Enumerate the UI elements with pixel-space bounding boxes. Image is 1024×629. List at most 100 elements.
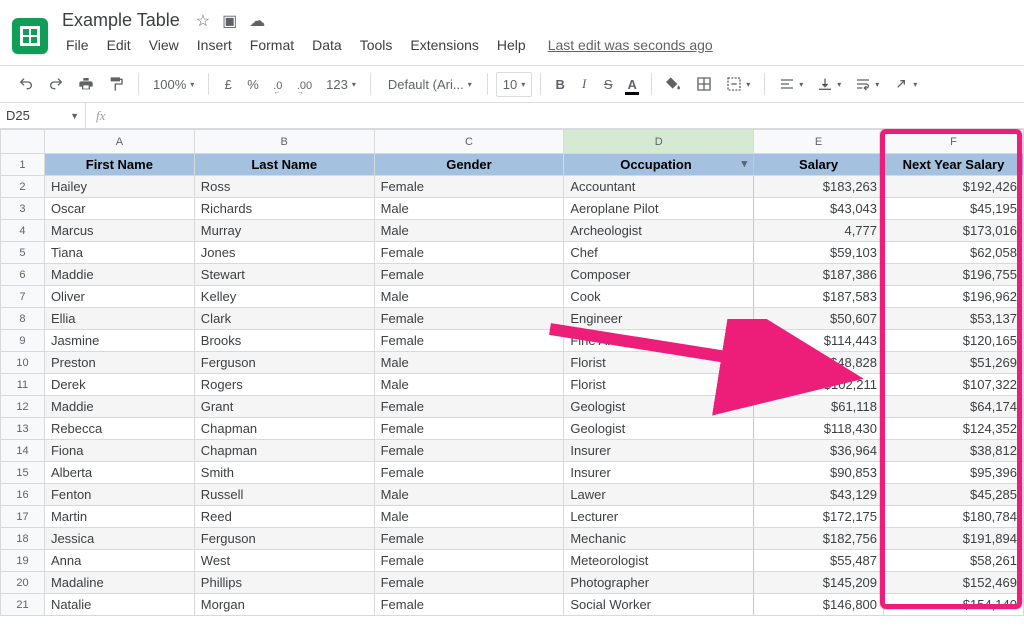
cell[interactable]: Reed (194, 506, 374, 528)
cell[interactable]: Mechanic (564, 528, 754, 550)
cell[interactable]: $43,043 (754, 198, 884, 220)
cell[interactable]: Fine Artist (564, 330, 754, 352)
cell[interactable]: Female (374, 462, 564, 484)
cell[interactable]: $43,129 (754, 484, 884, 506)
cell[interactable]: $182,756 (754, 528, 884, 550)
cell[interactable]: Insurer (564, 462, 754, 484)
cell[interactable]: $114,443 (754, 330, 884, 352)
fill-color-button[interactable] (660, 72, 688, 96)
cell[interactable]: Cook (564, 286, 754, 308)
sheets-logo-icon[interactable] (12, 18, 48, 54)
borders-button[interactable] (690, 72, 718, 96)
cell[interactable]: $53,137 (884, 308, 1024, 330)
row-header[interactable]: 18 (1, 528, 45, 550)
row-header[interactable]: 19 (1, 550, 45, 572)
cell[interactable]: Female (374, 572, 564, 594)
row-header[interactable]: 15 (1, 462, 45, 484)
cell[interactable]: Florist (564, 352, 754, 374)
spreadsheet-grid[interactable]: A B C D E F 1First NameLast NameGenderOc… (0, 129, 1024, 620)
cell[interactable]: Male (374, 374, 564, 396)
formula-input[interactable] (115, 103, 1024, 128)
name-box[interactable]: D25 ▼ (0, 103, 86, 128)
cell[interactable]: Rogers (194, 374, 374, 396)
cell[interactable]: $55,487 (754, 550, 884, 572)
redo-button[interactable] (42, 72, 70, 96)
cell[interactable]: $61,118 (754, 396, 884, 418)
cell[interactable]: Clark (194, 308, 374, 330)
cell[interactable]: Composer (564, 264, 754, 286)
zoom-select[interactable]: 100% (147, 73, 200, 96)
row-header[interactable]: 12 (1, 396, 45, 418)
cell[interactable]: Female (374, 308, 564, 330)
cell[interactable]: $38,812 (884, 440, 1024, 462)
cell[interactable]: $95,396 (884, 462, 1024, 484)
cell[interactable]: $180,784 (884, 506, 1024, 528)
menu-insert[interactable]: Insert (189, 33, 240, 57)
header-cell[interactable]: Occupation▾ (564, 154, 754, 176)
filter-icon[interactable]: ▾ (742, 157, 748, 170)
header-cell[interactable]: Gender (374, 154, 564, 176)
cell[interactable]: $152,469 (884, 572, 1024, 594)
cell[interactable]: Ferguson (194, 528, 374, 550)
cell[interactable]: Engineer (564, 308, 754, 330)
cell[interactable]: $107,322 (884, 374, 1024, 396)
cell[interactable]: $118,430 (754, 418, 884, 440)
text-rotation-button[interactable] (887, 72, 923, 96)
menu-edit[interactable]: Edit (99, 33, 139, 57)
row-header[interactable]: 6 (1, 264, 45, 286)
cell[interactable]: Archeologist (564, 220, 754, 242)
strikethrough-button[interactable]: S (597, 73, 619, 96)
cell[interactable]: Female (374, 242, 564, 264)
cell[interactable]: Accountant (564, 176, 754, 198)
bold-button[interactable]: B (549, 73, 571, 96)
row-header[interactable]: 10 (1, 352, 45, 374)
row-header[interactable]: 21 (1, 594, 45, 616)
last-edit-link[interactable]: Last edit was seconds ago (548, 37, 713, 53)
increase-decimal-button[interactable]: .00→ (291, 73, 318, 96)
cell[interactable]: Alberta (44, 462, 194, 484)
move-icon[interactable]: ▣ (222, 11, 237, 31)
col-header-E[interactable]: E (754, 130, 884, 154)
cell[interactable]: Brooks (194, 330, 374, 352)
cell[interactable]: Madaline (44, 572, 194, 594)
cell[interactable]: $187,386 (754, 264, 884, 286)
cell[interactable]: Hailey (44, 176, 194, 198)
cell[interactable]: $58,261 (884, 550, 1024, 572)
cell[interactable]: Male (374, 506, 564, 528)
cell[interactable]: $64,174 (884, 396, 1024, 418)
cell[interactable]: Ellia (44, 308, 194, 330)
cell[interactable]: Fiona (44, 440, 194, 462)
cell[interactable]: Female (374, 418, 564, 440)
row-header[interactable]: 16 (1, 484, 45, 506)
cell[interactable]: $62,058 (884, 242, 1024, 264)
cell[interactable]: $59,103 (754, 242, 884, 264)
cell[interactable]: West (194, 550, 374, 572)
text-color-button[interactable] (621, 73, 643, 96)
cell[interactable]: $48,828 (754, 352, 884, 374)
merge-cells-button[interactable] (720, 72, 756, 96)
menu-tools[interactable]: Tools (352, 33, 401, 57)
cell[interactable]: Geologist (564, 418, 754, 440)
print-button[interactable] (72, 72, 100, 96)
col-header-A[interactable]: A (44, 130, 194, 154)
row-header[interactable]: 20 (1, 572, 45, 594)
col-header-C[interactable]: C (374, 130, 564, 154)
cell[interactable]: $192,426 (884, 176, 1024, 198)
cell[interactable]: Female (374, 264, 564, 286)
document-title[interactable]: Example Table (58, 8, 184, 33)
row-header[interactable]: 1 (1, 154, 45, 176)
cell[interactable]: Lecturer (564, 506, 754, 528)
cell[interactable]: Insurer (564, 440, 754, 462)
cell[interactable]: Murray (194, 220, 374, 242)
cell[interactable]: Florist (564, 374, 754, 396)
row-header[interactable]: 9 (1, 330, 45, 352)
cell[interactable]: $51,269 (884, 352, 1024, 374)
cell[interactable]: Ross (194, 176, 374, 198)
undo-button[interactable] (12, 72, 40, 96)
cell[interactable]: Oscar (44, 198, 194, 220)
cell[interactable]: Marcus (44, 220, 194, 242)
cell[interactable]: Photographer (564, 572, 754, 594)
header-cell[interactable]: Next Year Salary (884, 154, 1024, 176)
cell[interactable]: $45,195 (884, 198, 1024, 220)
cell[interactable]: Male (374, 286, 564, 308)
